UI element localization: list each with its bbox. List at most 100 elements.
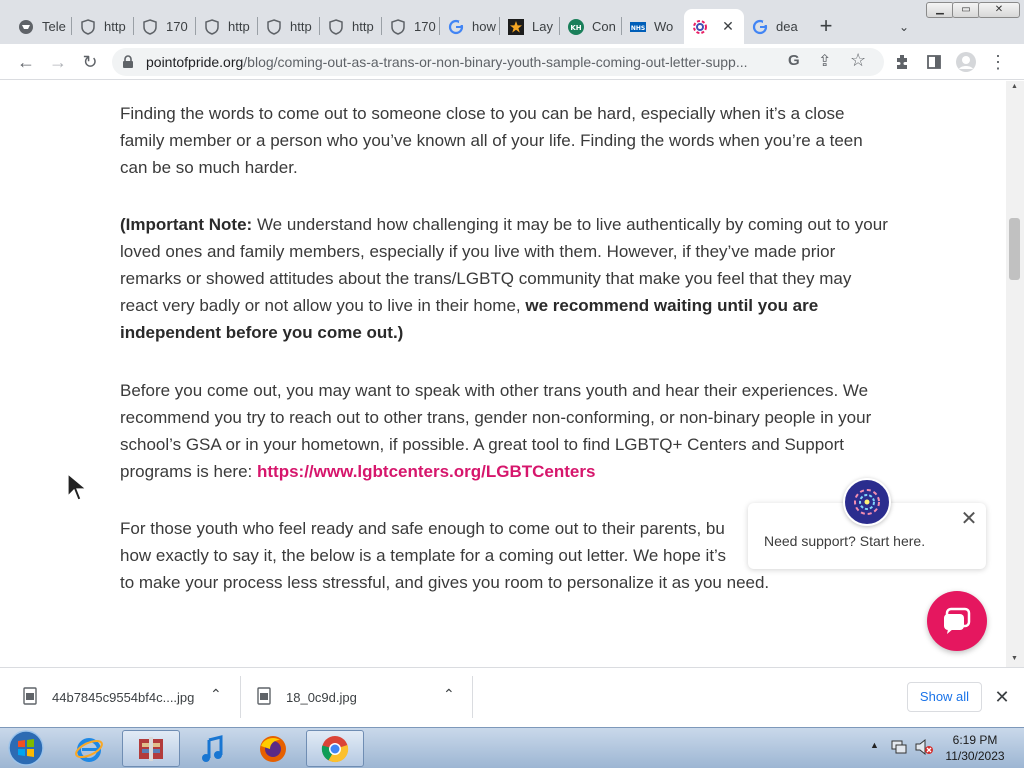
- chrome-taskbar-icon[interactable]: [306, 730, 364, 767]
- tab-label: http: [228, 19, 250, 34]
- tab-http-2[interactable]: http: [196, 9, 258, 44]
- side-panel-icon[interactable]: [920, 48, 948, 76]
- download-filename: 44b7845c9554bf4c....jpg: [52, 689, 195, 705]
- tab-label: Con: [592, 19, 616, 34]
- url-text[interactable]: pointofpride.org/blog/coming-out-as-a-tr…: [146, 48, 786, 76]
- article-paragraph-3: Before you come out, you may want to spe…: [120, 377, 892, 485]
- globe-icon: [18, 19, 34, 35]
- star-icon: [508, 18, 524, 35]
- clock-date: 11/30/2023: [945, 749, 1005, 763]
- tab-label: dea: [776, 19, 798, 34]
- tab-dea[interactable]: dea: [744, 9, 802, 44]
- tab-http-4[interactable]: http: [320, 9, 382, 44]
- tab-label: Wo: [654, 19, 674, 34]
- browser-toolbar: ← → ↻ pointofpride.org/blog/coming-out-a…: [0, 44, 1024, 80]
- nhs-icon: NHS: [630, 19, 646, 35]
- svg-text:KH: KH: [570, 24, 581, 32]
- itunes-icon[interactable]: [184, 730, 242, 767]
- tab-170-1[interactable]: 170: [134, 9, 196, 44]
- tab-label: http: [290, 19, 312, 34]
- firefox-icon[interactable]: [244, 730, 302, 767]
- scroll-up-arrow[interactable]: ▲: [1011, 83, 1018, 90]
- extensions-icon[interactable]: [888, 48, 916, 76]
- taskbar-clock[interactable]: 6:19 PM 11/30/2023: [940, 732, 1010, 764]
- scroll-down-arrow[interactable]: ▼: [1011, 655, 1018, 662]
- image-file-icon: [256, 686, 272, 708]
- chevron-up-icon[interactable]: ⌃: [443, 686, 455, 703]
- tab-telegram[interactable]: Tele: [10, 9, 72, 44]
- tab-label: Tele: [42, 19, 66, 34]
- google-icon: [752, 19, 768, 35]
- file-archive-icon[interactable]: [122, 730, 180, 767]
- article-paragraph-1: Finding the words to come out to someone…: [120, 104, 863, 177]
- tab-con[interactable]: KH Con: [560, 9, 622, 44]
- show-all-button[interactable]: Show all: [907, 682, 982, 712]
- forward-button[interactable]: →: [44, 48, 72, 76]
- tab-how[interactable]: how: [440, 9, 500, 44]
- scrollbar-thumb[interactable]: [1009, 218, 1020, 280]
- download-item-2[interactable]: 18_0c9d.jpg ⌃: [256, 668, 472, 726]
- profile-avatar[interactable]: [952, 48, 980, 76]
- tab-wo[interactable]: NHS Wo: [622, 9, 684, 44]
- chrome-menu-button[interactable]: ⋮: [984, 48, 1012, 76]
- tab-label: http: [352, 19, 374, 34]
- minimize-button[interactable]: ▁: [926, 2, 954, 18]
- page-scrollbar[interactable]: ▲ ▼: [1006, 81, 1024, 667]
- maximize-button[interactable]: ▭: [952, 2, 980, 18]
- svg-text:NHS: NHS: [631, 25, 645, 32]
- chevron-up-icon[interactable]: ⌃: [210, 686, 222, 703]
- lgbt-centers-link[interactable]: https://www.lgbtcenters.org/LGBTCenters: [257, 462, 595, 481]
- google-lens-icon[interactable]: G: [788, 52, 800, 69]
- paragraph-4-line-3: to make your process less stressful, and…: [120, 573, 770, 592]
- important-note-label: (Important Note:: [120, 215, 253, 234]
- shield-icon: [328, 18, 344, 35]
- tab-label: how: [472, 19, 496, 34]
- tab-http-3[interactable]: http: [258, 9, 320, 44]
- address-bar[interactable]: pointofpride.org/blog/coming-out-as-a-tr…: [112, 48, 884, 76]
- shield-icon: [142, 18, 158, 35]
- window-close-button[interactable]: ✕: [978, 2, 1020, 18]
- download-filename: 18_0c9d.jpg: [286, 689, 357, 705]
- close-tab-icon[interactable]: ✕: [720, 18, 736, 34]
- tab-label: http: [104, 19, 126, 34]
- tab-search-button[interactable]: ⌄: [892, 15, 916, 39]
- article-content: Finding the words to come out to someone…: [0, 81, 1006, 667]
- reload-button[interactable]: ↻: [76, 48, 104, 76]
- tab-lay[interactable]: Lay: [500, 9, 560, 44]
- bookmark-star-icon[interactable]: ☆: [850, 50, 866, 71]
- image-file-icon: [22, 686, 38, 708]
- tab-strip: Tele http 170 http http http 170 how Lay: [0, 0, 1024, 44]
- download-item-1[interactable]: 44b7845c9554bf4c....jpg ⌃: [22, 668, 240, 726]
- tab-http-1[interactable]: http: [72, 9, 134, 44]
- shield-icon: [204, 18, 220, 35]
- clock-time: 6:19 PM: [952, 733, 998, 747]
- pride-icon: [692, 19, 708, 35]
- tab-label: 170: [166, 19, 188, 34]
- article-paragraph-2: (Important Note: We understand how chall…: [120, 211, 892, 346]
- show-hidden-icons-arrow[interactable]: ▲: [870, 740, 879, 750]
- popup-close-icon[interactable]: ✕: [958, 509, 980, 531]
- lock-icon[interactable]: [122, 55, 134, 74]
- shield-icon: [266, 18, 282, 35]
- tab-pointofpride-active[interactable]: ✕: [684, 9, 744, 44]
- new-tab-button[interactable]: +: [812, 13, 840, 41]
- windows-taskbar: ▲ 6:19 PM 11/30/2023: [0, 727, 1024, 768]
- tab-label: 170: [414, 19, 436, 34]
- support-popup-text[interactable]: Need support? Start here.: [764, 533, 925, 549]
- shield-icon: [390, 18, 406, 35]
- network-icon[interactable]: [890, 738, 908, 761]
- download-bar: 44b7845c9554bf4c....jpg ⌃ 18_0c9d.jpg ⌃ …: [0, 667, 1024, 727]
- close-download-bar-icon[interactable]: ✕: [990, 682, 1014, 712]
- chat-launcher-button[interactable]: [927, 591, 987, 651]
- google-icon: [448, 19, 464, 35]
- tab-170-2[interactable]: 170: [382, 9, 440, 44]
- internet-explorer-icon[interactable]: [60, 730, 118, 767]
- share-icon[interactable]: ⇪: [818, 51, 831, 71]
- support-logo-avatar[interactable]: [843, 478, 891, 526]
- chat-bubble-icon: [944, 607, 971, 634]
- volume-muted-icon[interactable]: [914, 738, 934, 761]
- tab-label: Lay: [532, 19, 553, 34]
- back-button[interactable]: ←: [12, 48, 40, 76]
- start-button[interactable]: [6, 729, 48, 767]
- kh-icon: KH: [568, 18, 584, 35]
